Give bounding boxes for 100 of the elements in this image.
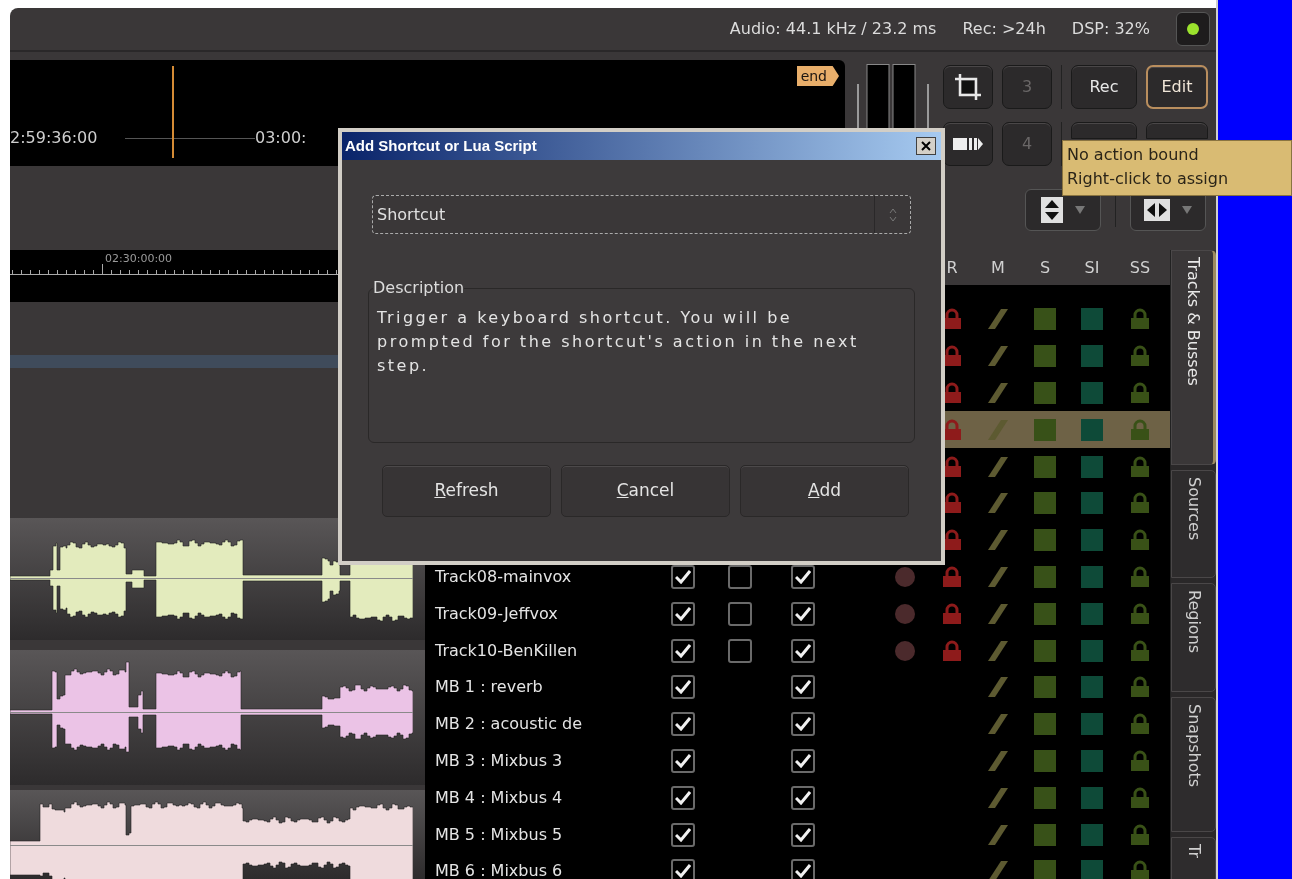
checkbox[interactable] xyxy=(671,712,695,737)
dialog-button[interactable]: Add xyxy=(740,465,909,517)
crop-button[interactable] xyxy=(943,65,993,109)
square-icon xyxy=(1034,786,1056,809)
status-text: Rec: >24h xyxy=(962,18,1046,40)
play-range-icon xyxy=(953,136,983,152)
track-name[interactable]: MB 1 : reverb xyxy=(435,677,543,697)
track-name[interactable]: Track08-mainvox xyxy=(435,566,572,586)
checkbox[interactable] xyxy=(791,564,815,589)
slanted-bar-icon xyxy=(987,749,1009,772)
checkbox[interactable] xyxy=(671,564,695,589)
dialog-button[interactable]: Refresh xyxy=(382,465,551,517)
square-icon xyxy=(1034,749,1056,772)
slanted-bar-icon xyxy=(987,345,1009,368)
checkbox[interactable] xyxy=(791,785,815,810)
column-header[interactable]: M xyxy=(991,255,1005,280)
square-icon xyxy=(1081,345,1103,368)
checkbox[interactable] xyxy=(671,601,695,626)
sidebar-tab[interactable]: Sources xyxy=(1171,470,1216,578)
checkbox[interactable] xyxy=(791,675,815,700)
checkbox[interactable] xyxy=(671,822,695,847)
sidebar-tab[interactable]: Tracks & Busses xyxy=(1171,250,1216,465)
column-header[interactable]: SI xyxy=(1084,255,1100,280)
column-header[interactable]: SS xyxy=(1129,255,1151,280)
lock-icon xyxy=(941,565,963,588)
check-icon xyxy=(675,827,691,842)
sidebar-tab[interactable]: Regions xyxy=(1171,583,1216,692)
description-text: Trigger a keyboard shortcut. You will be prompted for the shortcut's action in the next step. xyxy=(377,307,860,377)
square-icon xyxy=(1081,565,1103,588)
checkbox[interactable] xyxy=(791,859,815,879)
play-range-button[interactable] xyxy=(943,122,993,166)
slanted-bar-icon xyxy=(987,713,1009,736)
mode-button[interactable]: Edit xyxy=(1146,65,1208,109)
checkbox[interactable] xyxy=(671,675,695,700)
group-label: Description xyxy=(373,277,465,299)
track-name[interactable]: MB 3 : Mixbus 3 xyxy=(435,750,563,770)
type-dropdown[interactable]: Shortcut xyxy=(372,195,911,234)
sidebar-tab[interactable]: Snapshots xyxy=(1171,697,1216,832)
indicator-button[interactable] xyxy=(1176,12,1210,46)
square-icon xyxy=(1034,345,1056,368)
slanted-bar-icon xyxy=(987,565,1009,588)
status-text: DSP: 32% xyxy=(1071,18,1150,40)
slanted-bar-icon xyxy=(987,823,1009,846)
check-icon xyxy=(675,790,691,805)
checkbox[interactable] xyxy=(671,785,695,810)
square-icon xyxy=(1081,529,1103,552)
lock-icon xyxy=(1129,823,1151,846)
slanted-bar-icon xyxy=(987,639,1009,662)
lock-icon xyxy=(1129,382,1151,404)
check-icon xyxy=(795,827,811,842)
checkbox[interactable] xyxy=(791,601,815,626)
check-icon xyxy=(795,790,811,805)
column-header[interactable]: S xyxy=(1039,255,1051,280)
square-icon xyxy=(1081,602,1103,625)
lock-icon xyxy=(1129,308,1151,331)
checkbox[interactable] xyxy=(791,822,815,847)
slanted-bar-icon xyxy=(987,455,1009,478)
track-name[interactable]: MB 2 : acoustic de xyxy=(435,714,583,734)
mode-button[interactable]: Rec xyxy=(1071,65,1137,109)
lock-icon xyxy=(941,639,963,662)
track-name[interactable]: Track10-BenKillen xyxy=(435,640,578,660)
sidebar-tab[interactable]: Tr xyxy=(1171,837,1216,879)
track-name[interactable]: MB 6 : Mixbus 6 xyxy=(435,861,563,879)
lock-icon xyxy=(941,602,963,625)
slanted-bar-icon xyxy=(987,602,1009,625)
track-name[interactable]: MB 5 : Mixbus 5 xyxy=(435,824,563,844)
track-name[interactable]: Track09-Jeffvox xyxy=(435,603,558,623)
end-marker[interactable]: end xyxy=(796,66,839,86)
dialog-button[interactable]: Cancel xyxy=(561,465,730,517)
square-icon xyxy=(1081,713,1103,736)
square-icon xyxy=(1034,713,1056,736)
lock-icon xyxy=(1129,529,1151,552)
dialog-title: Add Shortcut or Lua Script xyxy=(345,135,537,156)
lock-icon xyxy=(1129,602,1151,625)
square-icon xyxy=(1034,382,1056,404)
lock-icon xyxy=(1129,565,1151,588)
checkbox[interactable] xyxy=(728,638,752,663)
checkbox[interactable] xyxy=(728,601,752,626)
checkbox[interactable] xyxy=(671,748,695,773)
column-header[interactable]: R xyxy=(946,255,958,280)
square-icon xyxy=(1081,749,1103,772)
square-icon xyxy=(1034,529,1056,552)
check-icon xyxy=(675,569,691,584)
lock-icon xyxy=(1129,713,1151,736)
checkbox[interactable] xyxy=(671,638,695,663)
horizontal-arrows-icon xyxy=(1144,199,1170,221)
square-icon xyxy=(1034,639,1056,662)
lock-icon xyxy=(1129,639,1151,662)
lock-icon xyxy=(1129,749,1151,772)
checkbox[interactable] xyxy=(791,748,815,773)
close-button[interactable] xyxy=(916,137,936,155)
checkbox[interactable] xyxy=(791,712,815,737)
zoom-button[interactable] xyxy=(1025,189,1101,231)
track-name[interactable]: MB 4 : Mixbus 4 xyxy=(435,787,563,807)
checkbox[interactable] xyxy=(671,859,695,879)
caret-icon xyxy=(1182,206,1192,214)
slanted-bar-icon xyxy=(987,676,1009,699)
ruler-label: 02:30:00:00 xyxy=(105,251,173,267)
checkbox[interactable] xyxy=(791,638,815,663)
checkbox[interactable] xyxy=(728,564,752,589)
